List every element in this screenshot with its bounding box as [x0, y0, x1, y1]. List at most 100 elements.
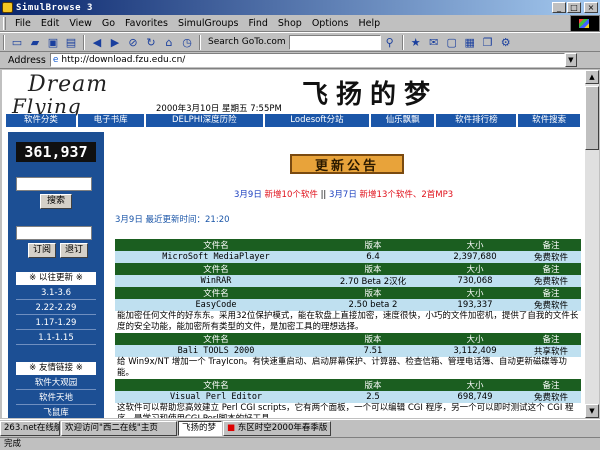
open-folder-icon[interactable]: ▰	[27, 34, 43, 50]
menu-help[interactable]: Help	[353, 18, 385, 29]
software-description: 这软件可以帮助您高效建立 Perl CGI scripts，它有两个面板，一个可…	[115, 403, 581, 418]
menu-options[interactable]: Options	[307, 18, 354, 29]
table-row[interactable]: MicroSoft MediaPlayer 6.4 2,397,680 免费软件	[115, 251, 581, 263]
minimize-button[interactable]: _	[552, 2, 566, 13]
address-input[interactable]: e http://download.fzu.edu.cn/	[49, 53, 565, 67]
search-icon[interactable]: ⚲	[382, 34, 398, 50]
table-header-cell: 文件名	[115, 239, 317, 251]
subscribe-button[interactable]: 订阅	[28, 243, 56, 258]
email-subscribe-input[interactable]	[16, 226, 92, 240]
vertical-scrollbar[interactable]: ▲ ▼	[585, 70, 599, 418]
table-header-cell: 备注	[521, 239, 581, 251]
friend-link[interactable]: 软件大观园	[16, 377, 96, 390]
history-item[interactable]: 2.22-2.29	[16, 302, 96, 315]
software-name[interactable]: EasyCode	[115, 299, 317, 311]
table-row[interactable]: WinRAR 2.70 Beta 2汉化 730,068 免费软件	[115, 275, 581, 287]
table-header-cell: 版本	[317, 379, 429, 391]
table-row[interactable]: EasyCode 2.50 beta 2 193,337 免费软件	[115, 299, 581, 311]
refresh-icon[interactable]: ↻	[143, 34, 159, 50]
menu-go[interactable]: Go	[97, 18, 120, 29]
history-item[interactable]: 1.17-1.29	[16, 317, 96, 330]
table-header-cell: 大小	[429, 239, 521, 251]
software-note: 免费软件	[521, 251, 581, 263]
favorites-icon[interactable]: ★	[408, 34, 424, 50]
window-tab[interactable]: ■ 东区时空2000年春季版	[223, 420, 331, 436]
software-name[interactable]: MicroSoft MediaPlayer	[115, 251, 317, 263]
menu-file[interactable]: File	[10, 18, 36, 29]
software-name[interactable]: Bali TOOLS 2000	[115, 345, 317, 357]
cascade-icon[interactable]: ❐	[480, 34, 496, 50]
site-search-input[interactable]	[16, 177, 92, 191]
settings-icon[interactable]: ⚙	[498, 34, 514, 50]
table-header-cell: 版本	[317, 263, 429, 275]
update-text-1[interactable]: 新增10个软件	[265, 190, 318, 200]
fullscreen-icon[interactable]: ▢	[444, 34, 460, 50]
history-item[interactable]: 3.1-3.6	[16, 287, 96, 300]
software-note: 免费软件	[521, 275, 581, 287]
nav-software-categories[interactable]: 软件分类	[6, 114, 76, 127]
menu-simulgroups[interactable]: SimulGroups	[173, 18, 243, 29]
site-title: 飞扬的梦	[302, 80, 439, 110]
window-tab[interactable]: 欢迎访问"西二在线"主页	[61, 420, 177, 436]
print-icon[interactable]: ▤	[63, 34, 79, 50]
toolbar-separator	[199, 34, 201, 50]
menu-find[interactable]: Find	[243, 18, 272, 29]
update-text-2[interactable]: 新增13个软件、2首MP3	[360, 190, 454, 200]
nav-search[interactable]: 软件搜索	[518, 114, 580, 127]
unsubscribe-button[interactable]: 退订	[60, 243, 88, 258]
table-row[interactable]: Bali TOOLS 2000 7.51 3,112,409 共享软件	[115, 345, 581, 357]
history-icon[interactable]: ◷	[179, 34, 195, 50]
history-item[interactable]: 1.1-1.15	[16, 332, 96, 345]
tile-icon[interactable]: ▦	[462, 34, 478, 50]
nav-ebooks[interactable]: 电子书库	[77, 114, 144, 127]
toolbar: ▭ ▰ ▣ ▤ ◀ ▶ ⊘ ↻ ⌂ ◷ Search GoTo.com ⚲ ★ …	[0, 32, 600, 52]
status-bar: 完成	[0, 437, 600, 450]
table-header-cell: 版本	[317, 287, 429, 299]
nav-music[interactable]: 仙乐飘飘	[370, 114, 435, 127]
toolbar-separator	[83, 34, 85, 50]
software-name[interactable]: Visual Perl Editor	[115, 391, 317, 403]
back-icon[interactable]: ◀	[89, 34, 105, 50]
maximize-button[interactable]: □	[567, 2, 581, 13]
software-description: 给 Win9x/NT 增加一个 TrayIcon。有快速重启动、启动屏幕保护、计…	[115, 357, 581, 379]
toolbar-grip	[3, 34, 5, 50]
menu-grip	[3, 16, 6, 30]
menu-edit[interactable]: Edit	[36, 18, 64, 29]
menu-view[interactable]: View	[64, 18, 97, 29]
links-header: ※ 友情链接 ※	[16, 362, 96, 375]
update-date-1[interactable]: 3月9日	[234, 190, 262, 200]
site-nav: 软件分类 电子书库 DELPHI深度历险 Lodesoft分站 仙乐飘飘 软件排…	[6, 114, 582, 127]
table-row[interactable]: Visual Perl Editor 2.5 698,749 免费软件	[115, 391, 581, 403]
search-input[interactable]	[288, 34, 381, 50]
window-tab-label: 欢迎访问"西二在线"主页	[65, 422, 158, 433]
last-update-time: 3月9日 最近更新时间：21:20	[115, 215, 230, 225]
window-tab[interactable]: 263.net在线航局	[0, 420, 60, 436]
address-url: http://download.fzu.edu.cn/	[61, 55, 186, 65]
stop-icon[interactable]: ⊘	[125, 34, 141, 50]
friend-link[interactable]: 软件天地	[16, 392, 96, 405]
window-tab-active[interactable]: 飞扬的梦	[178, 420, 222, 436]
mail-icon[interactable]: ✉	[426, 34, 442, 50]
update-summary: 3月9日 新增10个软件 || 3月7日 新增13个软件、2首MP3	[234, 188, 453, 200]
menu-favorites[interactable]: Favorites	[120, 18, 173, 29]
toolbar-separator	[401, 34, 404, 50]
new-page-icon[interactable]: ▭	[9, 34, 25, 50]
nav-delphi[interactable]: DELPHI深度历险	[145, 114, 264, 127]
nav-ranking[interactable]: 软件排行榜	[436, 114, 517, 127]
scroll-down-button[interactable]: ▼	[585, 404, 599, 418]
software-name[interactable]: WinRAR	[115, 275, 317, 287]
address-dropdown-button[interactable]: ▼	[564, 53, 577, 67]
menu-shop[interactable]: Shop	[273, 18, 307, 29]
scroll-thumb[interactable]	[585, 86, 599, 150]
forward-icon[interactable]: ▶	[107, 34, 123, 50]
home-icon[interactable]: ⌂	[161, 34, 177, 50]
site-search-button[interactable]: 搜索	[40, 194, 72, 209]
table-header-cell: 备注	[521, 333, 581, 345]
nav-lodesoft[interactable]: Lodesoft分站	[265, 114, 369, 127]
save-icon[interactable]: ▣	[45, 34, 61, 50]
update-date-2[interactable]: 3月7日	[329, 190, 357, 200]
close-button[interactable]: ×	[584, 2, 598, 13]
scroll-up-button[interactable]: ▲	[585, 70, 599, 84]
table-header-cell: 大小	[429, 379, 521, 391]
friend-link[interactable]: 飞鼠库	[16, 407, 96, 418]
